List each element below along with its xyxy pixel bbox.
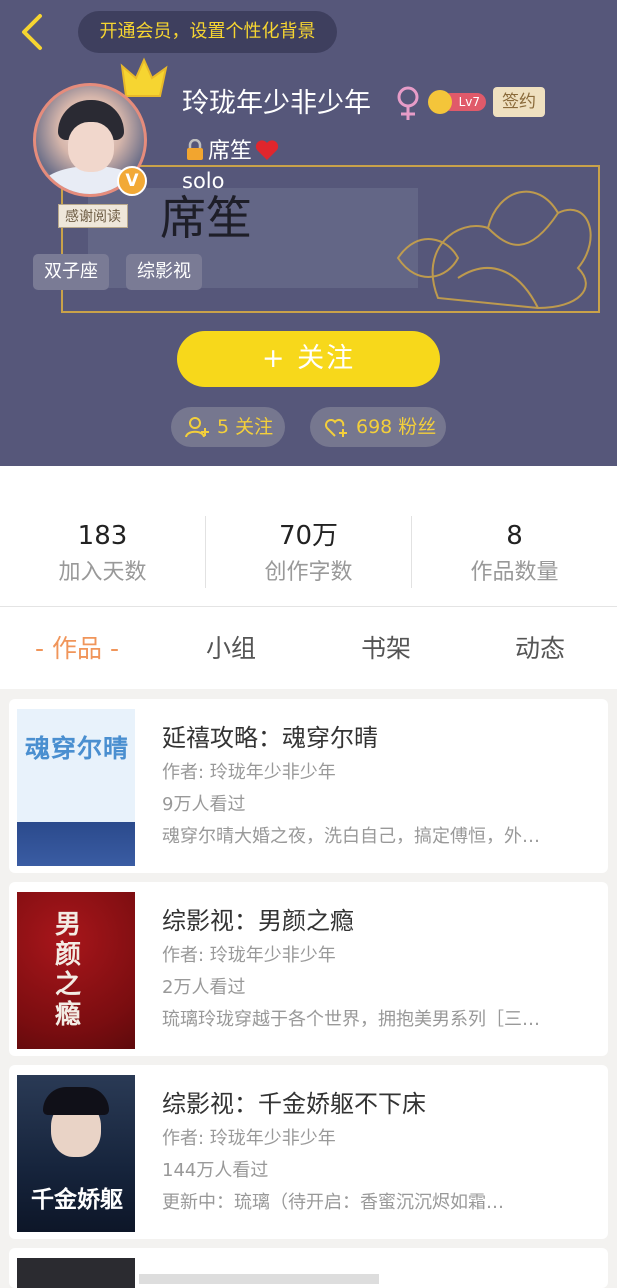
work-title: 综影视：千金娇躯不下床 [162, 1090, 426, 1118]
tab-groups[interactable]: 小组 [154, 607, 308, 689]
work-desc: 魂穿尔晴大婚之夜，洗白自己，搞定傅恒，外… [162, 826, 540, 847]
following-count[interactable]: 5 关注 [171, 407, 285, 447]
work-title-placeholder [139, 1274, 379, 1284]
book-cover: 魂穿尔晴 [17, 709, 135, 866]
signed-badge: 签约 [493, 87, 545, 117]
work-author: 作者: 玲珑年少非少年 [162, 762, 336, 783]
tag-genre[interactable]: 综影视 [126, 254, 202, 290]
female-icon [397, 86, 419, 120]
stat-days: 183 加入天数 [58, 521, 147, 585]
work-views: 2万人看过 [162, 977, 246, 998]
work-views: 144万人看过 [162, 1160, 269, 1181]
follow-button[interactable]: + 关注 [177, 331, 440, 387]
avatar-caption: 感谢阅读 [58, 204, 128, 228]
work-author: 作者: 玲珑年少非少年 [162, 1128, 336, 1149]
user-name: 玲珑年少非少年 [182, 88, 371, 119]
lock-icon [187, 139, 203, 160]
work-card[interactable] [9, 1248, 608, 1288]
bio: solo [182, 169, 225, 193]
pen-name: 席笙 [184, 136, 280, 168]
stat-works: 8 作品数量 [470, 521, 559, 585]
work-desc: 更新中：琉璃（待开启：香蜜沉沉烬如霜… [162, 1192, 504, 1213]
work-views: 9万人看过 [162, 794, 246, 815]
profile-header: 开通会员，设置个性化背景 席笙 V 感谢阅读 双子座 综影视 玲珑年少非少年 L… [0, 0, 617, 466]
heart-add-icon [325, 418, 347, 437]
signature-text: 席笙 [160, 191, 252, 245]
work-card[interactable]: 千金娇躯 综影视：千金娇躯不下床 作者: 玲珑年少非少年 144万人看过 更新中… [9, 1065, 608, 1239]
work-desc: 琉璃玲珑穿越于各个世界，拥抱美男系列［三… [162, 1009, 540, 1030]
stats-bar: 183 加入天数 70万 创作字数 8 作品数量 [0, 466, 617, 607]
verified-badge: V [117, 166, 147, 196]
work-author: 作者: 玲珑年少非少年 [162, 945, 336, 966]
tag-zodiac[interactable]: 双子座 [33, 254, 109, 290]
work-title: 延禧攻略：魂穿尔晴 [162, 724, 378, 752]
tab-works[interactable]: - 作品 - [0, 607, 154, 689]
work-title: 综影视：男颜之瘾 [162, 907, 354, 935]
level-badge: Lv7 [428, 90, 486, 114]
fans-count[interactable]: 698 粉丝 [310, 407, 446, 447]
book-cover: 千金娇躯 [17, 1075, 135, 1232]
tab-bar: - 作品 - 小组 书架 动态 [0, 607, 617, 689]
stat-words: 70万 创作字数 [264, 521, 353, 585]
book-cover [17, 1258, 135, 1288]
heart-icon [255, 140, 279, 160]
tab-bookshelf[interactable]: 书架 [309, 607, 463, 689]
back-arrow-icon[interactable] [14, 12, 54, 52]
user-add-icon [185, 417, 209, 438]
work-card[interactable]: 魂穿尔晴 延禧攻略：魂穿尔晴 作者: 玲珑年少非少年 9万人看过 魂穿尔晴大婚之… [9, 699, 608, 873]
tab-activity[interactable]: 动态 [463, 607, 617, 689]
book-cover: 男颜之瘾 [17, 892, 135, 1049]
work-card[interactable]: 男颜之瘾 综影视：男颜之瘾 作者: 玲珑年少非少年 2万人看过 琉璃玲珑穿越于各… [9, 882, 608, 1056]
vip-banner[interactable]: 开通会员，设置个性化背景 [78, 11, 337, 53]
